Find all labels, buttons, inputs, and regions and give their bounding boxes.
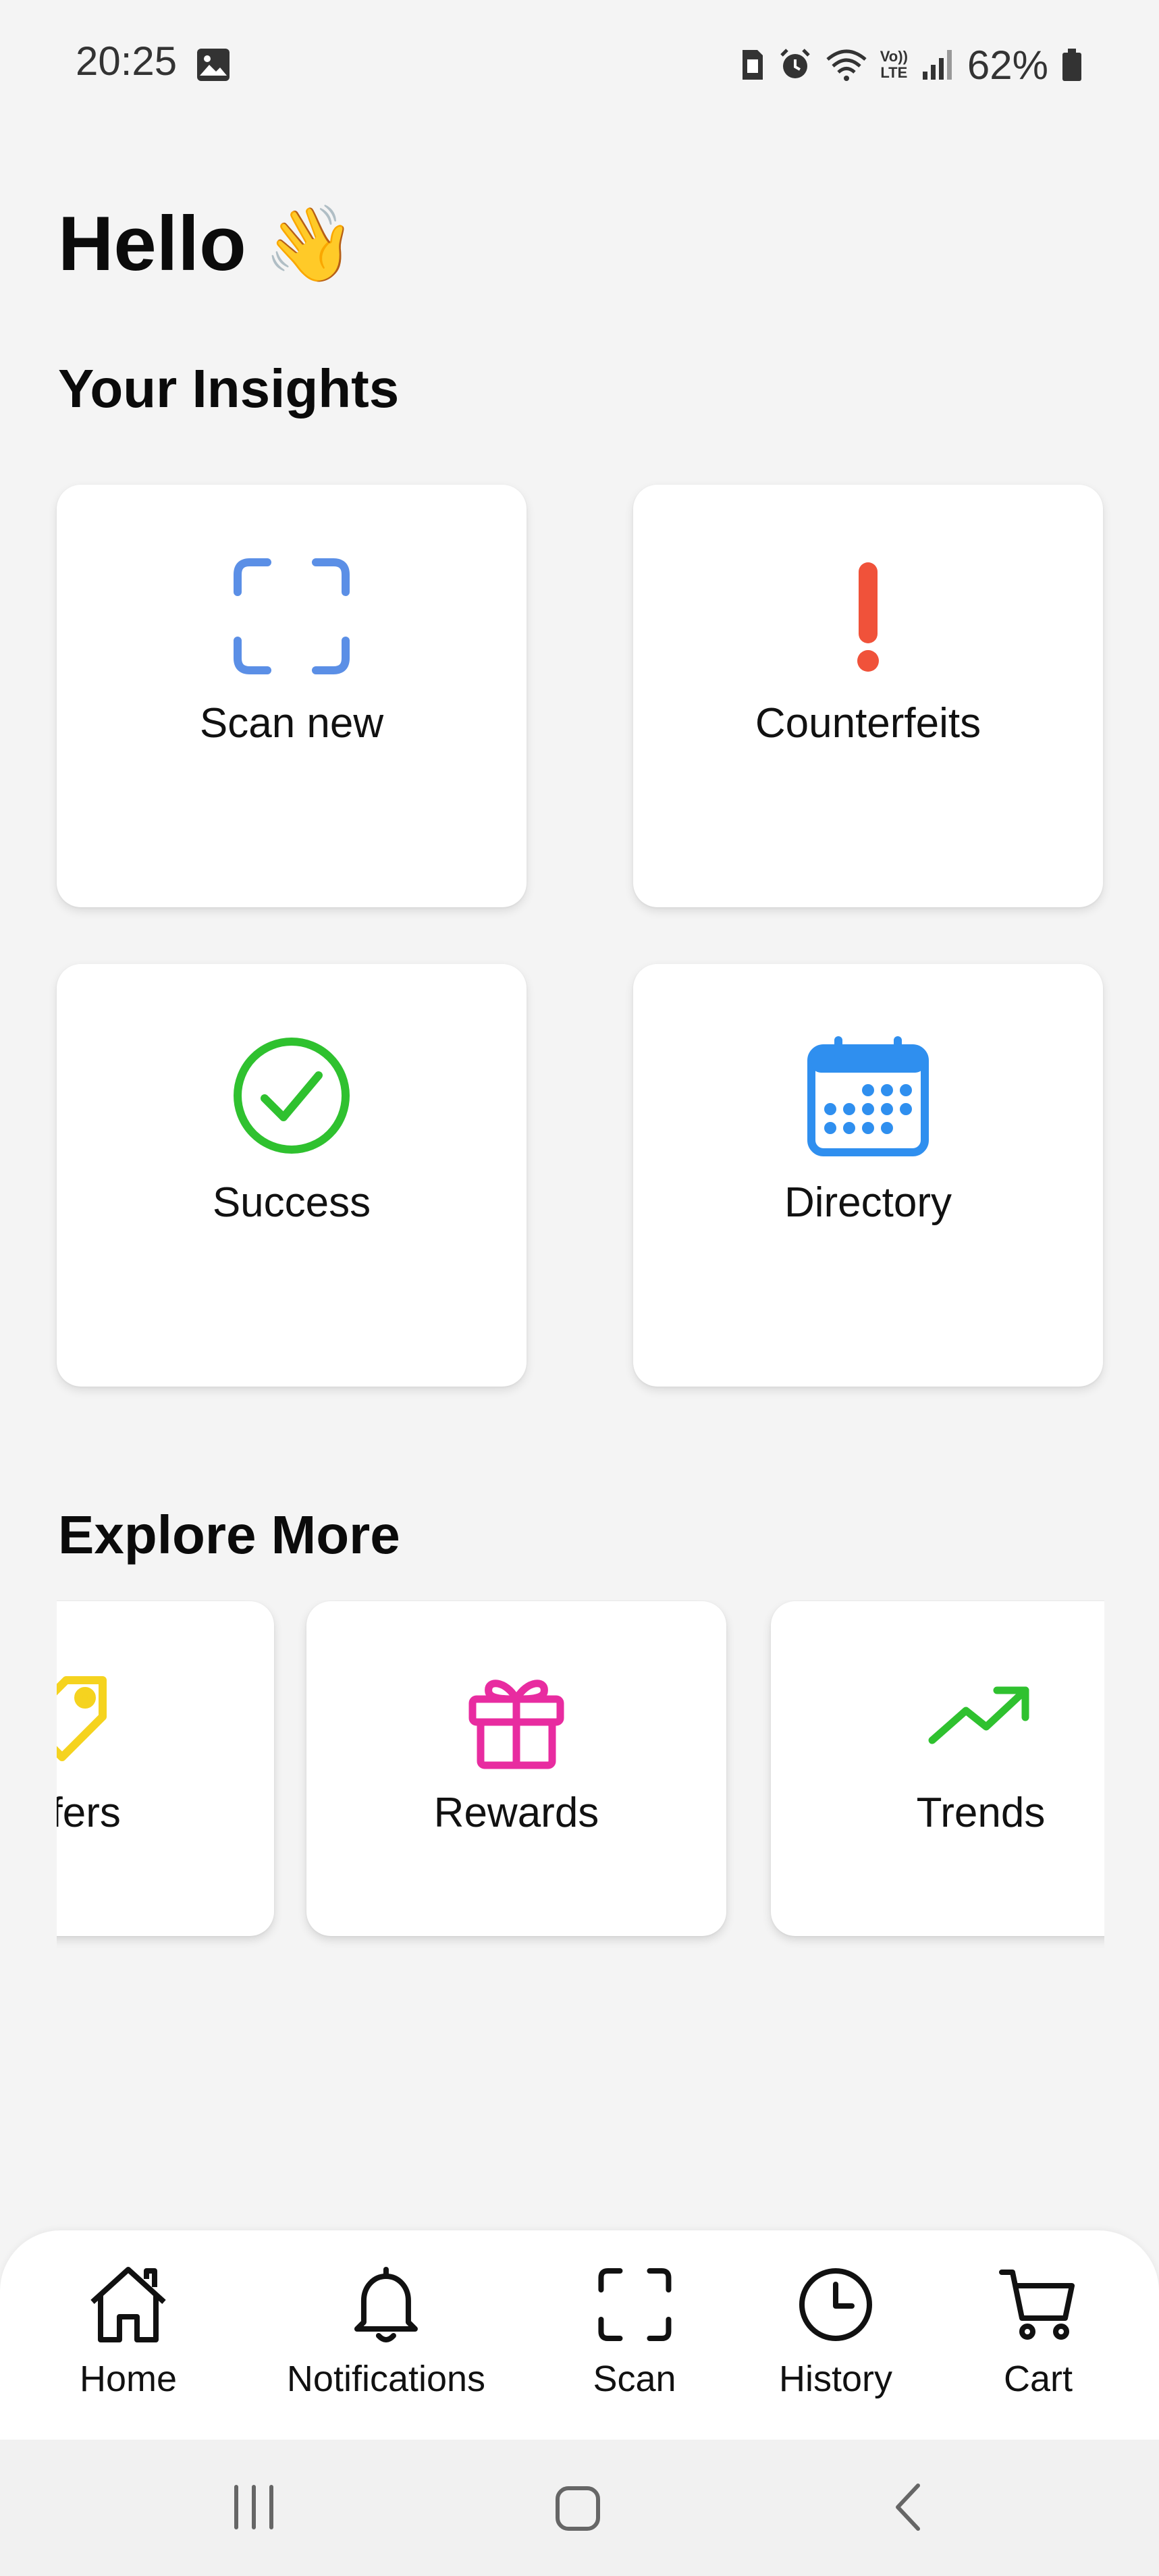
sim-icon [740, 47, 765, 82]
nav-cart[interactable]: Cart [998, 2264, 1079, 2400]
nav-scan[interactable]: Scan [593, 2264, 676, 2400]
greeting: Hello 👋 [58, 200, 356, 288]
trends-card[interactable]: Trends [771, 1601, 1104, 1936]
volte-label-bottom: LTE [880, 64, 908, 81]
card-label: Counterfeits [755, 700, 981, 747]
counterfeits-card[interactable]: Counterfeits [633, 485, 1103, 907]
waving-hand-icon: 👋 [263, 202, 356, 286]
nav-notifications[interactable]: Notifications [287, 2264, 485, 2400]
volte-label-top: Vo)) [880, 48, 908, 65]
signal-icon [920, 47, 955, 82]
bottom-nav: Home Notifications Scan History Cart [0, 2230, 1159, 2440]
status-icons: Vo)) LTE 62% [740, 38, 1083, 92]
nav-history[interactable]: History [779, 2264, 892, 2400]
offers-card[interactable]: Offers [57, 1601, 274, 1936]
home-button-icon[interactable] [554, 2480, 602, 2538]
volte-icon: Vo)) LTE [880, 49, 908, 81]
scan-new-card[interactable]: Scan new [57, 485, 527, 907]
card-label: Success [212, 1179, 371, 1226]
explore-carousel[interactable]: Offers Rewards Trends [57, 1600, 1104, 1951]
check-circle-icon [227, 1031, 356, 1160]
scan-icon [594, 2264, 675, 2349]
calendar-icon [804, 1031, 932, 1160]
card-label: Scan new [199, 700, 384, 747]
exclamation-icon [804, 552, 932, 680]
nav-label: Home [79, 2359, 178, 2399]
success-card[interactable]: Success [57, 964, 527, 1387]
insights-title: Your Insights [58, 358, 400, 419]
gift-icon [462, 1665, 570, 1773]
nav-label: Cart [1003, 2359, 1073, 2399]
wifi-icon [825, 47, 868, 82]
tag-icon [57, 1665, 118, 1773]
bell-icon [349, 2264, 423, 2349]
card-label: Directory [784, 1179, 952, 1226]
directory-card[interactable]: Directory [633, 964, 1103, 1387]
home-icon [84, 2264, 172, 2349]
clock-icon [795, 2264, 876, 2349]
card-label: Offers [57, 1790, 121, 1836]
trending-up-icon [927, 1665, 1035, 1773]
status-bar: 20:25 Vo)) LTE 62% [0, 0, 1159, 128]
card-label: Trends [916, 1790, 1046, 1836]
status-time: 20:25 [76, 38, 178, 84]
nav-label: Scan [593, 2359, 676, 2399]
card-label: Rewards [433, 1790, 599, 1836]
back-icon[interactable] [884, 2480, 933, 2538]
gallery-icon [196, 47, 231, 82]
nav-home[interactable]: Home [80, 2264, 177, 2400]
scan-frame-icon [227, 552, 356, 680]
battery-percent: 62% [967, 42, 1048, 88]
greeting-text: Hello [58, 201, 246, 287]
system-nav-bar [0, 2440, 1159, 2576]
battery-icon [1060, 47, 1083, 82]
alarm-icon [778, 47, 813, 82]
rewards-card[interactable]: Rewards [306, 1601, 726, 1936]
recent-apps-icon[interactable] [230, 2480, 278, 2538]
nav-label: Notifications [286, 2359, 486, 2399]
nav-label: History [778, 2359, 893, 2399]
explore-title: Explore More [58, 1505, 400, 1565]
cart-icon [998, 2264, 1079, 2349]
